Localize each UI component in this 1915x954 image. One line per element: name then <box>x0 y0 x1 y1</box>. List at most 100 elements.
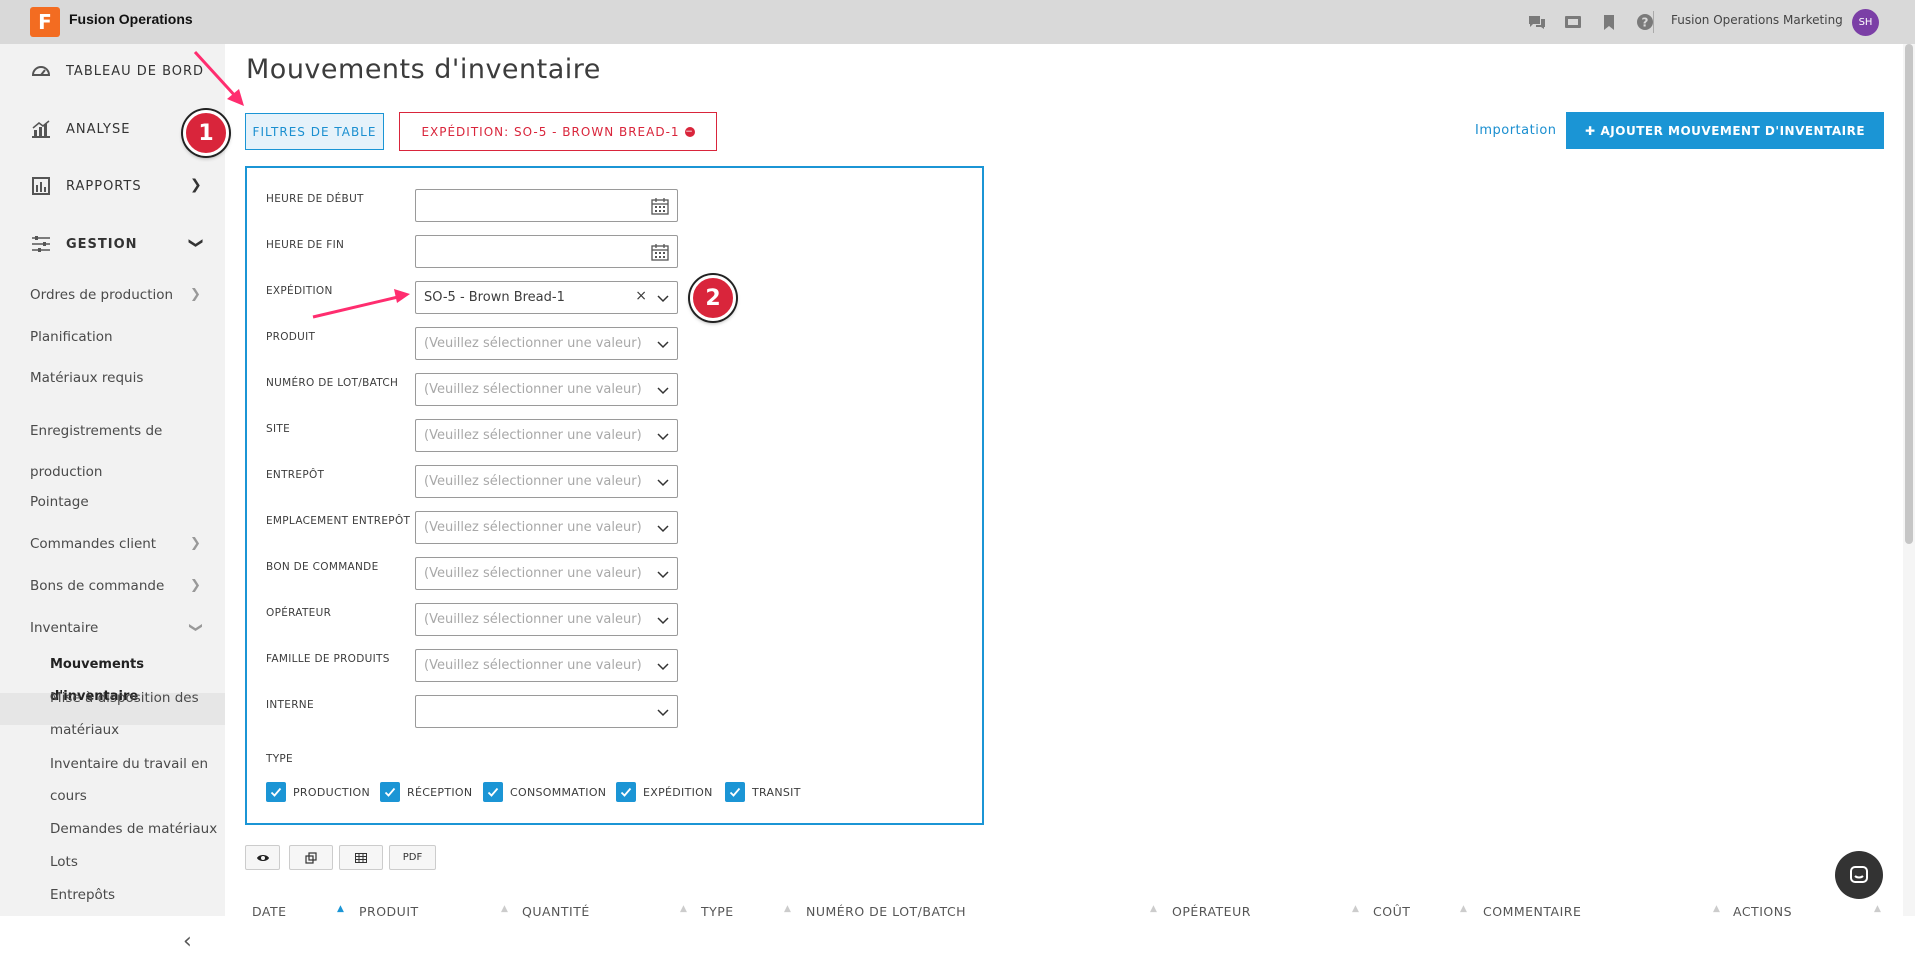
type-checkbox-reception[interactable]: RÉCEPTION <box>380 782 472 802</box>
type-checkbox-production[interactable]: PRODUCTION <box>266 782 370 802</box>
clear-icon[interactable]: × <box>635 288 647 304</box>
table-filters-button[interactable]: FILTRES DE TABLE <box>245 113 384 150</box>
checkbox-label: EXPÉDITION <box>643 785 713 799</box>
sort-icon[interactable]: ▲ <box>1352 904 1359 914</box>
sort-icon[interactable]: ▲ <box>1874 904 1881 914</box>
sidebar-item-production-records[interactable]: Enregistrements de production <box>30 411 180 493</box>
calendar-icon[interactable] <box>651 243 669 261</box>
org-name[interactable]: Fusion Operations Marketing <box>1671 13 1843 27</box>
checkbox-checked[interactable] <box>483 782 503 802</box>
chevron-down-icon[interactable] <box>656 521 670 535</box>
chevron-down-icon[interactable] <box>656 291 670 305</box>
help-icon[interactable]: ? <box>1635 12 1655 32</box>
sidebar-item-analyse[interactable]: ANALYSE <box>30 118 130 140</box>
app-logo[interactable]: F <box>30 7 60 37</box>
internal-select[interactable] <box>415 695 678 728</box>
product-select[interactable]: (Veuillez sélectionner une valeur) <box>415 327 678 360</box>
chevron-down-icon[interactable] <box>656 705 670 719</box>
sidebar-subitem-warehouses[interactable]: Entrepôts <box>50 879 225 911</box>
purchase-order-label: BON DE COMMANDE <box>266 561 379 573</box>
sidebar-item-purchase-orders[interactable]: Bons de commande <box>30 578 164 594</box>
eye-icon <box>256 854 269 861</box>
end-time-input[interactable] <box>415 235 678 268</box>
chevron-down-icon[interactable] <box>656 337 670 351</box>
video-icon[interactable] <box>1563 12 1583 32</box>
column-actions: ACTIONS <box>1733 904 1793 919</box>
avatar[interactable]: SH <box>1852 9 1879 36</box>
sidebar-item-timesheet[interactable]: Pointage <box>30 494 89 510</box>
checkbox-checked[interactable] <box>380 782 400 802</box>
scroll-thumb[interactable] <box>1905 44 1913 544</box>
type-checkbox-transit[interactable]: TRANSIT <box>725 782 801 802</box>
export-pdf-button[interactable]: PDF <box>389 845 436 870</box>
warehouse-select[interactable]: (Veuillez sélectionner une valeur) <box>415 465 678 498</box>
column-product[interactable]: PRODUIT <box>359 904 419 919</box>
checkbox-checked[interactable] <box>266 782 286 802</box>
sort-icon[interactable]: ▲ <box>1460 904 1467 914</box>
checkbox-checked[interactable] <box>725 782 745 802</box>
scrollbar[interactable] <box>1903 44 1915 916</box>
site-select[interactable]: (Veuillez sélectionner une valeur) <box>415 419 678 452</box>
sidebar-item-rapports[interactable]: RAPPORTS <box>30 175 142 197</box>
sort-icon[interactable]: ▲ <box>1713 904 1720 914</box>
column-operator[interactable]: OPÉRATEUR <box>1172 904 1251 919</box>
sort-icon[interactable]: ▲ <box>1150 904 1157 914</box>
column-date[interactable]: DATE <box>252 904 287 919</box>
checkbox-checked[interactable] <box>616 782 636 802</box>
sort-icon[interactable]: ▲ <box>784 904 791 914</box>
chat-support-button[interactable] <box>1835 851 1883 899</box>
column-cost[interactable]: COÛT <box>1373 904 1410 919</box>
checkbox-label: CONSOMMATION <box>510 785 607 799</box>
column-comment[interactable]: COMMENTAIRE <box>1483 904 1581 919</box>
warehouse-location-select[interactable]: (Veuillez sélectionner une valeur) <box>415 511 678 544</box>
column-quantity[interactable]: QUANTITÉ <box>522 904 590 919</box>
chevron-down-icon[interactable] <box>656 383 670 397</box>
sort-asc-icon[interactable]: ▲ <box>337 904 344 914</box>
chevron-down-icon[interactable] <box>656 659 670 673</box>
sidebar-item-gestion[interactable]: GESTION <box>30 233 138 255</box>
checkbox-label: PRODUCTION <box>293 785 370 799</box>
sidebar-item-dashboard[interactable]: TABLEAU DE BORD <box>30 60 204 82</box>
chevron-down-icon[interactable] <box>656 567 670 581</box>
remove-filter-icon[interactable]: − <box>684 126 695 137</box>
checkbox-label: RÉCEPTION <box>407 785 473 799</box>
sort-icon[interactable]: ▲ <box>501 904 508 914</box>
sidebar-item-production-orders[interactable]: Ordres de production <box>30 287 173 303</box>
sidebar-subitem-lots[interactable]: Lots <box>50 846 225 878</box>
collapse-sidebar-icon[interactable]: ‹ <box>183 929 192 954</box>
start-time-label: HEURE DE DÉBUT <box>266 193 364 205</box>
chevron-down-icon: ❯ <box>187 237 204 249</box>
start-time-input[interactable] <box>415 189 678 222</box>
chevron-down-icon[interactable] <box>656 475 670 489</box>
copy-button[interactable] <box>289 845 333 870</box>
add-inventory-movement-button[interactable]: ✚ AJOUTER MOUVEMENT D'INVENTAIRE <box>1566 112 1884 149</box>
import-link[interactable]: Importation <box>1475 123 1557 138</box>
app-name: Fusion Operations <box>69 11 193 27</box>
shipment-select[interactable]: SO-5 - Brown Bread-1 × <box>415 281 678 314</box>
column-type[interactable]: TYPE <box>701 904 734 919</box>
chevron-down-icon[interactable] <box>656 429 670 443</box>
chat-icon[interactable] <box>1527 12 1547 32</box>
active-filter-chip[interactable]: EXPÉDITION: SO-5 - BROWN BREAD-1 − <box>399 112 717 151</box>
calendar-icon[interactable] <box>651 197 669 215</box>
sidebar-subitem-wip-inventory[interactable]: Inventaire du travail en cours <box>50 748 225 812</box>
purchase-order-select[interactable]: (Veuillez sélectionner une valeur) <box>415 557 678 590</box>
sort-icon[interactable]: ▲ <box>680 904 687 914</box>
toggle-columns-button[interactable] <box>245 845 280 870</box>
sidebar-item-inventory[interactable]: Inventaire <box>30 620 98 636</box>
lot-select[interactable]: (Veuillez sélectionner une valeur) <box>415 373 678 406</box>
chevron-down-icon[interactable] <box>656 613 670 627</box>
sidebar-subitem-material-requests[interactable]: Demandes de matériaux <box>50 813 225 845</box>
column-lot[interactable]: NUMÉRO DE LOT/BATCH <box>806 904 966 919</box>
product-family-select[interactable]: (Veuillez sélectionner une valeur) <box>415 649 678 682</box>
type-checkbox-shipment[interactable]: EXPÉDITION <box>616 782 713 802</box>
sidebar-item-customer-orders[interactable]: Commandes client <box>30 536 156 552</box>
sidebar-item-required-materials[interactable]: Matériaux requis <box>30 370 143 386</box>
operator-select[interactable]: (Veuillez sélectionner une valeur) <box>415 603 678 636</box>
type-checkbox-consumption[interactable]: CONSOMMATION <box>483 782 606 802</box>
bookmark-icon[interactable] <box>1599 12 1619 32</box>
sidebar-subitem-material-staging[interactable]: Mise à disposition des matériaux <box>50 682 225 746</box>
export-excel-button[interactable] <box>339 845 383 870</box>
sidebar-item-planning[interactable]: Planification <box>30 329 113 345</box>
sidebar-label: TABLEAU DE BORD <box>66 63 205 79</box>
